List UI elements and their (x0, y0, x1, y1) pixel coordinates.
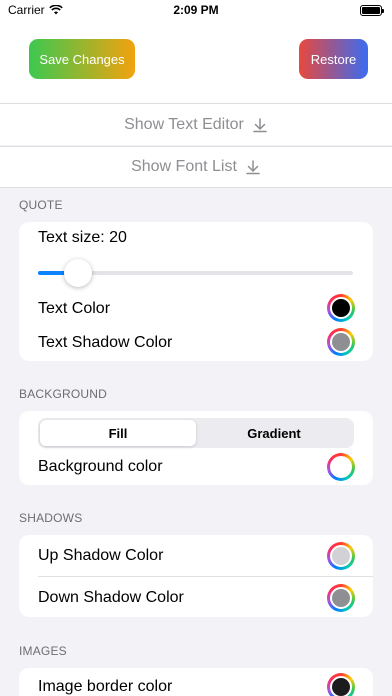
slider-thumb[interactable] (63, 259, 92, 287)
background-color-picker[interactable] (327, 453, 355, 481)
background-color-swatch (330, 456, 352, 478)
text-color-swatch (330, 297, 352, 319)
text-color-picker[interactable] (327, 294, 355, 322)
save-changes-button[interactable]: Save Changes (29, 39, 135, 79)
up-shadow-color-label: Up Shadow Color (38, 547, 164, 564)
background-color-label: Background color (38, 458, 163, 475)
image-border-color-swatch (330, 676, 352, 696)
text-shadow-color-picker[interactable] (327, 328, 355, 356)
text-size-label: Text size: 20 (38, 229, 127, 246)
status-bar: Carrier 2:09 PM (0, 0, 392, 22)
background-card: Fill Gradient Background color (19, 411, 373, 485)
section-header-background: BACKGROUND (19, 387, 108, 401)
down-shadow-color-swatch (330, 587, 352, 609)
action-bar: Save Changes Restore (0, 22, 392, 108)
down-shadow-color-label: Down Shadow Color (38, 589, 184, 606)
up-shadow-color-picker[interactable] (327, 542, 355, 570)
text-color-label: Text Color (38, 300, 111, 317)
text-shadow-color-label: Text Shadow Color (38, 334, 173, 351)
section-header-images: IMAGES (19, 644, 67, 658)
image-border-color-picker[interactable] (327, 673, 355, 696)
segment-fill[interactable]: Fill (40, 420, 196, 446)
section-header-quote: QUOTE (19, 198, 63, 212)
up-shadow-color-swatch (330, 545, 352, 567)
show-font-list-label: Show Font List (131, 158, 237, 175)
divider (38, 576, 373, 577)
fill-type-segmented-control[interactable]: Fill Gradient (38, 418, 354, 448)
segment-gradient[interactable]: Gradient (196, 420, 352, 446)
show-text-editor-button[interactable]: Show Text Editor (0, 103, 392, 145)
section-header-shadows: SHADOWS (19, 511, 83, 525)
shadows-card: Up Shadow Color Down Shadow Color (19, 535, 373, 617)
battery-icon (360, 5, 384, 16)
image-border-color-label: Image border color (38, 678, 173, 695)
quote-card: Text size: 20 Text Color Text Shadow Col… (19, 222, 373, 361)
images-card: Image border color (19, 668, 373, 696)
download-arrow-icon (246, 160, 260, 175)
show-text-editor-label: Show Text Editor (124, 115, 244, 133)
text-size-slider[interactable] (38, 259, 353, 287)
text-shadow-color-swatch (330, 331, 352, 353)
show-font-list-button[interactable]: Show Font List (0, 146, 392, 188)
clock: 2:09 PM (173, 3, 219, 17)
down-shadow-color-picker[interactable] (327, 584, 355, 612)
download-arrow-icon (253, 117, 267, 132)
restore-button[interactable]: Restore (299, 39, 368, 79)
